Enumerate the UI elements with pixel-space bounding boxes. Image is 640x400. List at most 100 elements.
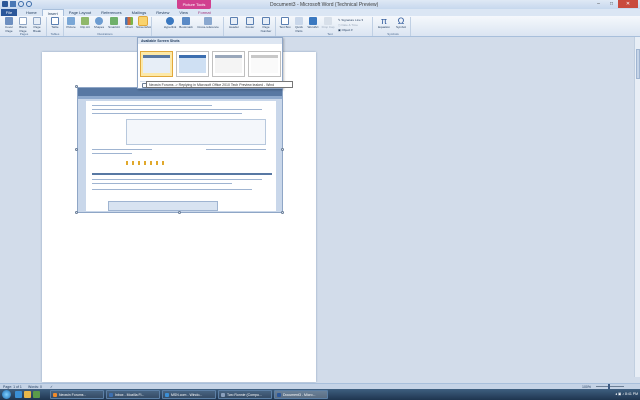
image-nav-bar <box>78 96 282 99</box>
scrollbar-thumb[interactable] <box>636 49 640 79</box>
window-controls: – □ ✕ <box>592 0 638 8</box>
window-thumbnail[interactable] <box>140 51 173 77</box>
image-smiley <box>138 161 140 165</box>
tab-page-layout[interactable]: Page Layout <box>64 9 96 16</box>
text-box-button[interactable]: Text Box <box>278 17 292 30</box>
taskbar-item[interactable]: Two Ronnie (Compu... <box>218 390 272 399</box>
clock[interactable]: 8:41 PM <box>625 392 638 396</box>
equation-button[interactable]: π Equation <box>376 17 392 30</box>
chart-icon <box>125 17 133 25</box>
image-smiley <box>150 161 152 165</box>
vertical-scrollbar[interactable] <box>634 37 640 377</box>
cross-reference-icon <box>204 17 212 25</box>
undo-icon[interactable] <box>18 1 24 7</box>
chart-button[interactable]: Chart <box>122 17 136 30</box>
clip-art-button[interactable]: Clip Art <box>78 17 92 30</box>
image-smiley <box>156 161 158 165</box>
page-break-button[interactable]: Page Break <box>30 17 44 33</box>
resize-handle[interactable] <box>178 211 181 214</box>
blank-page-button[interactable]: Blank Page <box>16 17 30 33</box>
header-icon <box>230 17 238 25</box>
wordart-button[interactable]: WordArt <box>306 17 320 30</box>
resize-handle[interactable] <box>75 85 78 88</box>
resize-handle[interactable] <box>281 211 284 214</box>
group-symbols-label: Symbols <box>387 32 399 36</box>
group-pages-label: Pages <box>19 32 29 36</box>
maximize-button[interactable]: □ <box>605 0 618 8</box>
symbol-button[interactable]: Ω Symbol <box>394 17 408 30</box>
zoom-slider[interactable] <box>592 384 628 389</box>
tab-references[interactable]: References <box>96 9 126 16</box>
footer-button[interactable]: Footer <box>243 17 257 30</box>
image-smiley <box>126 161 128 165</box>
screenshot-icon <box>138 16 148 26</box>
taskbar-item[interactable]: Inbox - Mozilla Fi... <box>106 390 160 399</box>
ribbon-separator <box>410 17 411 36</box>
signature-line-button[interactable]: ✎ Signature Line ▾ <box>338 18 363 22</box>
blank-page-icon <box>19 17 27 25</box>
image-text-line <box>92 109 262 110</box>
resize-handle[interactable] <box>281 148 284 151</box>
resize-handle[interactable] <box>75 211 78 214</box>
image-text-line <box>92 153 132 154</box>
date-time-button[interactable]: ◷ Date & Time <box>338 23 358 27</box>
redo-icon[interactable] <box>26 1 32 7</box>
quick-parts-button[interactable]: Quick Parts <box>292 17 306 33</box>
pi-icon: π <box>380 16 388 26</box>
tab-format[interactable]: Format <box>193 9 216 16</box>
object-button[interactable]: ▣ Object ▾ <box>338 28 353 32</box>
inserted-screenshot-image[interactable] <box>77 87 283 213</box>
tab-mailings[interactable]: Mailings <box>127 9 152 16</box>
table-icon <box>51 17 59 25</box>
tab-home[interactable]: Home <box>21 9 42 16</box>
title-bar: Picture Tools Document3 - Microsoft Word… <box>0 0 640 9</box>
windows-taskbar: Neowin Forums - Inbox - Mozilla Fi... MS… <box>0 389 640 400</box>
media-icon[interactable] <box>33 391 40 398</box>
window-thumbnail[interactable] <box>248 51 281 77</box>
page-break-icon <box>33 17 41 25</box>
system-tray: ◂ ▣ ♪ 8:41 PM <box>615 390 638 399</box>
smartart-button[interactable]: SmartArt <box>107 17 121 30</box>
image-browser-header <box>78 88 282 96</box>
cross-reference-button[interactable]: Cross-reference <box>196 17 220 30</box>
close-button[interactable]: ✕ <box>618 0 638 8</box>
image-smiley <box>132 161 134 165</box>
shapes-button[interactable]: Shapes <box>92 17 106 30</box>
bookmark-button[interactable]: Bookmark <box>179 17 193 30</box>
picture-tools-context-label: Picture Tools <box>177 0 211 9</box>
screenshot-button[interactable]: Screenshot <box>136 16 151 30</box>
window-title: Document3 - Microsoft Word (Technical Pr… <box>270 2 379 8</box>
ie-icon[interactable] <box>15 391 22 398</box>
omega-icon: Ω <box>397 16 405 26</box>
image-text-line <box>92 183 232 184</box>
table-button[interactable]: Table <box>48 17 62 30</box>
text-box-icon <box>281 17 289 25</box>
taskbar-item-active[interactable]: Document3 - Micro... <box>274 390 328 399</box>
quick-access-toolbar <box>2 1 32 7</box>
tab-file[interactable]: File <box>1 9 17 16</box>
thumbnail-tooltip: Neowin Forums -> Replying in Microsoft O… <box>146 81 293 88</box>
page-number-button[interactable]: Page Number <box>259 17 273 33</box>
drop-cap-icon <box>324 17 332 25</box>
picture-button[interactable]: Picture <box>64 17 78 30</box>
group-tables-label: Tables <box>50 32 60 36</box>
window-thumbnail[interactable] <box>212 51 245 77</box>
resize-handle[interactable] <box>75 148 78 151</box>
hyperlink-button[interactable]: Hyperlink <box>163 17 177 30</box>
drop-cap-button[interactable]: Drop Cap <box>321 17 335 30</box>
minimize-button[interactable]: – <box>592 0 605 8</box>
header-button[interactable]: Header <box>227 17 241 30</box>
taskbar-item[interactable]: Neowin Forums - <box>50 390 104 399</box>
tab-insert[interactable]: Insert <box>41 9 64 16</box>
folder-icon[interactable] <box>24 391 31 398</box>
window-thumbnail[interactable] <box>176 51 209 77</box>
start-button[interactable] <box>2 390 11 399</box>
tab-view[interactable]: View <box>174 9 193 16</box>
cover-page-button[interactable]: Cover Page <box>2 17 16 33</box>
tray-icons[interactable]: ◂ ▣ ♪ <box>615 392 625 396</box>
word-app-icon[interactable] <box>2 1 8 7</box>
taskbar-item[interactable]: MSN.com - Windo... <box>162 390 216 399</box>
footer-icon <box>246 17 254 25</box>
save-icon[interactable] <box>10 1 16 7</box>
tab-review[interactable]: Review <box>151 9 174 16</box>
